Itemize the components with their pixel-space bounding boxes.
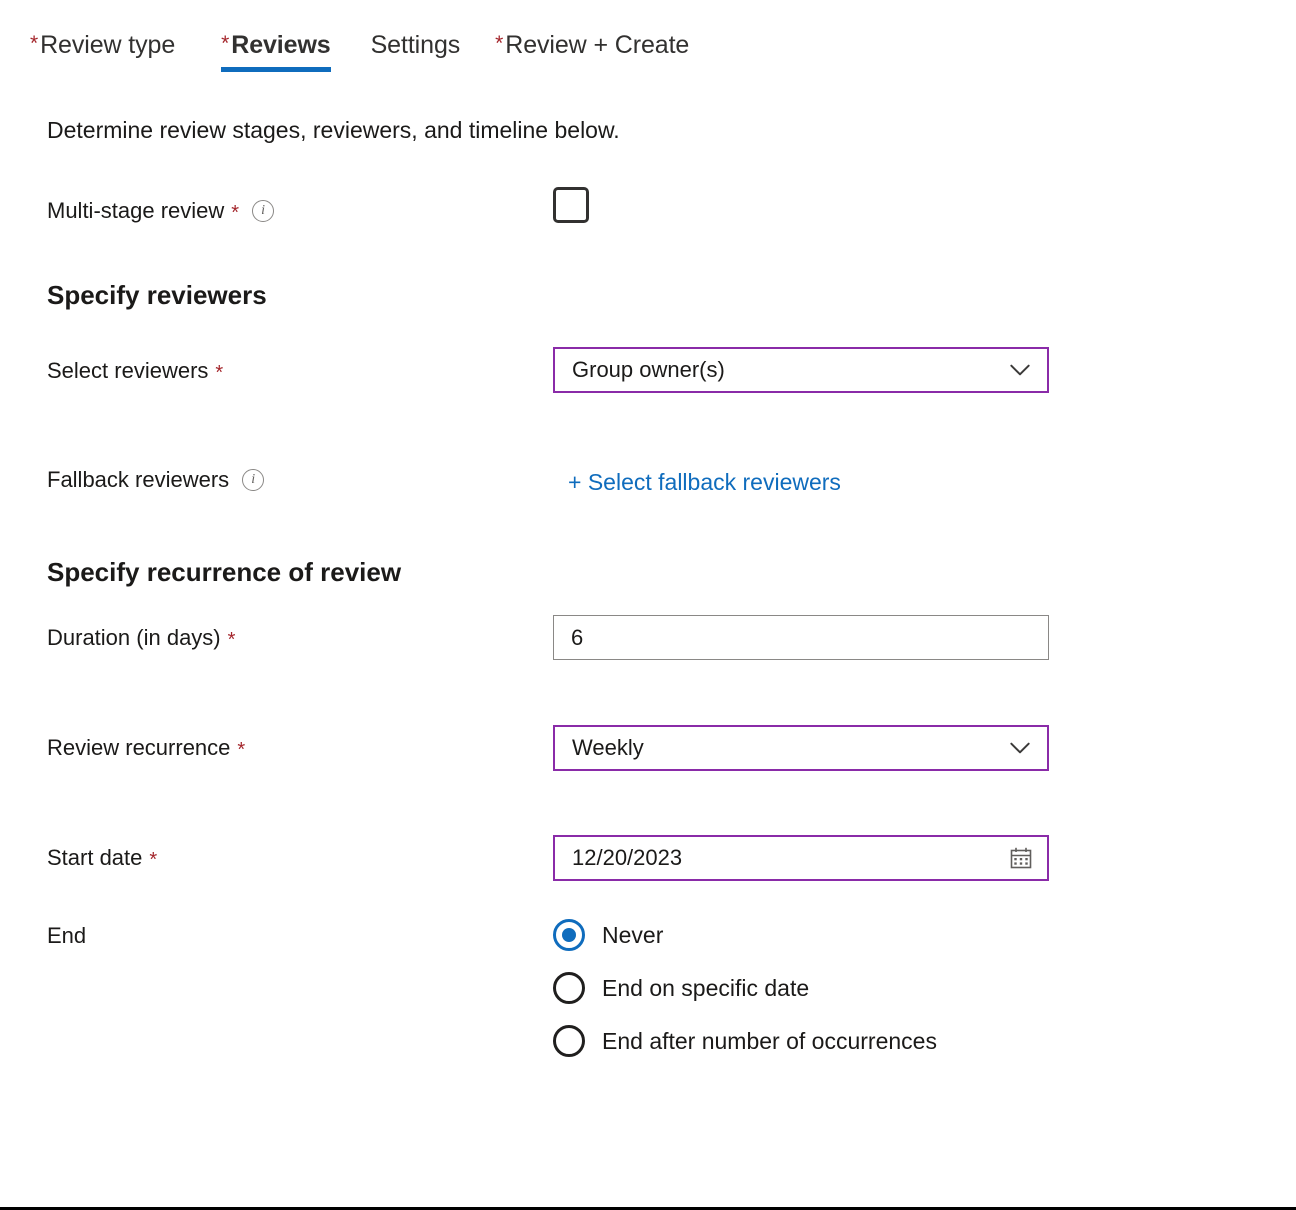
duration-label: Duration (in days) * [47, 623, 235, 653]
section-heading-specify-reviewers: Specify reviewers [47, 278, 267, 312]
info-icon[interactable]: i [252, 200, 274, 222]
tab-review-type[interactable]: * Review type [30, 28, 175, 78]
select-reviewers-label: Select reviewers * [47, 356, 223, 386]
end-radio-group: Never End on specific date End after num… [553, 913, 937, 1072]
tab-review-create[interactable]: * Review + Create [495, 28, 689, 78]
radio-button[interactable] [553, 972, 585, 1004]
label-text: Start date [47, 843, 142, 873]
end-option-number-of-occurrences[interactable]: End after number of occurrences [553, 1019, 937, 1063]
select-fallback-reviewers-link[interactable]: + Select fallback reviewers [568, 467, 841, 497]
label-text: End [47, 921, 86, 951]
label-text: Fallback reviewers [47, 465, 229, 495]
select-reviewers-value: Group owner(s) [572, 357, 1007, 383]
label-text: Duration (in days) [47, 623, 221, 653]
label-text: Select reviewers [47, 356, 208, 386]
review-recurrence-dropdown[interactable]: Weekly [553, 725, 1049, 771]
wizard-tab-bar: * Review type * Reviews Settings * Revie… [0, 28, 1296, 86]
start-date-input[interactable]: 12/20/2023 [553, 835, 1049, 881]
start-date-label: Start date * [47, 843, 157, 873]
duration-value: 6 [571, 625, 1034, 651]
radio-label: Never [602, 920, 663, 950]
end-label: End [47, 921, 86, 951]
tab-label: Review type [40, 28, 175, 62]
radio-label: End after number of occurrences [602, 1026, 937, 1056]
select-reviewers-dropdown[interactable]: Group owner(s) [553, 347, 1049, 393]
tab-label: Settings [371, 28, 461, 62]
duration-input[interactable]: 6 [553, 615, 1049, 660]
calendar-icon[interactable] [1009, 846, 1033, 870]
required-asterisk: * [495, 27, 503, 61]
required-asterisk: * [221, 27, 229, 61]
tab-settings[interactable]: Settings [371, 28, 461, 76]
required-asterisk: * [30, 27, 38, 61]
multi-stage-review-checkbox[interactable] [553, 187, 589, 223]
review-recurrence-value: Weekly [572, 735, 1007, 761]
radio-label: End on specific date [602, 973, 809, 1003]
radio-button[interactable] [553, 1025, 585, 1057]
required-asterisk: * [228, 630, 236, 650]
label-text: Multi-stage review [47, 196, 224, 226]
end-option-specific-date[interactable]: End on specific date [553, 966, 937, 1010]
fallback-reviewers-label: Fallback reviewers i [47, 465, 264, 495]
required-asterisk: * [237, 740, 245, 760]
multi-stage-review-label: Multi-stage review * i [47, 196, 274, 226]
chevron-down-icon[interactable] [1007, 735, 1033, 761]
radio-button[interactable] [553, 919, 585, 951]
end-option-never[interactable]: Never [553, 913, 937, 957]
required-asterisk: * [149, 850, 157, 870]
start-date-value: 12/20/2023 [572, 845, 1009, 871]
review-recurrence-label: Review recurrence * [47, 733, 245, 763]
tab-label: Review + Create [505, 28, 689, 62]
intro-description: Determine review stages, reviewers, and … [47, 115, 620, 145]
tab-label: Reviews [231, 28, 330, 62]
chevron-down-icon[interactable] [1007, 357, 1033, 383]
tab-reviews[interactable]: * Reviews [221, 28, 330, 78]
info-icon[interactable]: i [242, 469, 264, 491]
label-text: Review recurrence [47, 733, 230, 763]
tab-underline [221, 67, 330, 72]
section-heading-specify-recurrence: Specify recurrence of review [47, 555, 401, 589]
required-asterisk: * [231, 203, 239, 223]
required-asterisk: * [215, 363, 223, 383]
